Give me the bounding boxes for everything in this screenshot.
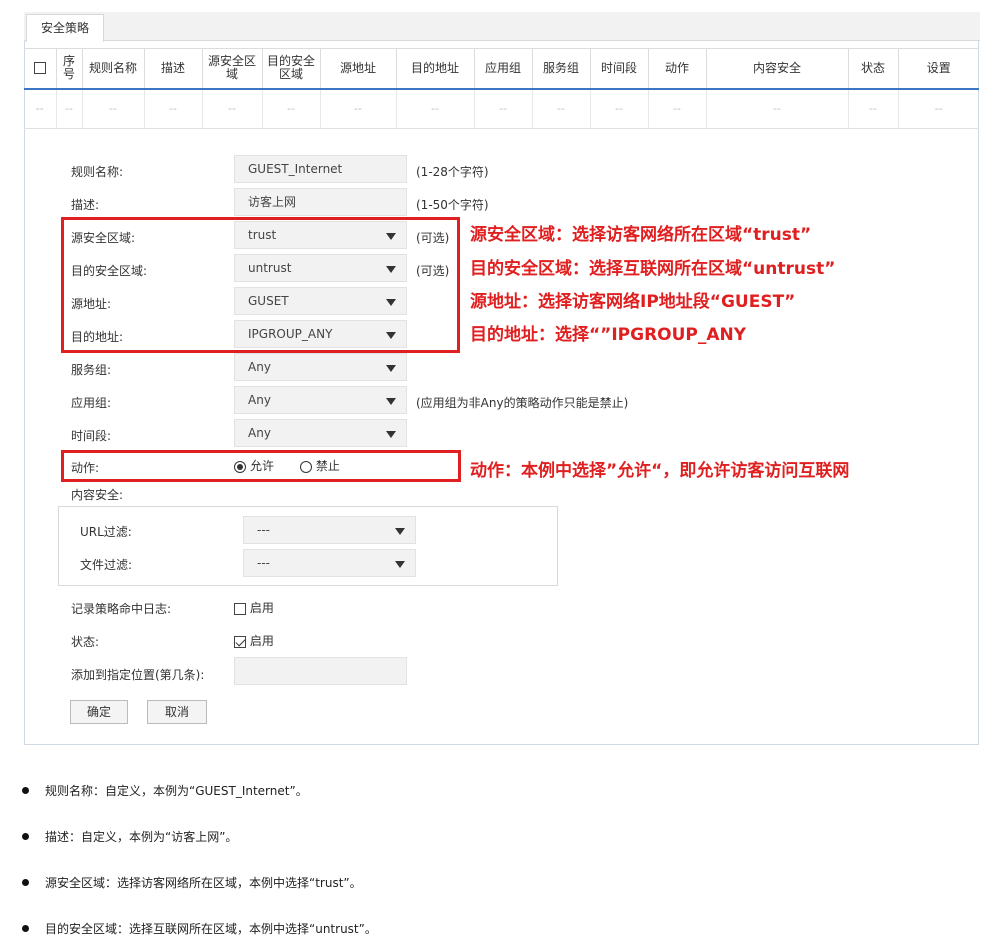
list-item: 目的安全区域：选择互联网所在区域，本例中选择“untrust”。: [22, 920, 377, 937]
status-toggle[interactable]: 启用: [234, 632, 274, 649]
status-label: 状态:: [71, 635, 100, 649]
col-header: 应用组: [473, 48, 532, 90]
bullet-text: 目的安全区域：选择互联网所在区域，本例中选择“untrust”。: [45, 922, 377, 936]
select-all-checkbox[interactable]: [33, 62, 46, 75]
col-header: 源安全区域: [201, 48, 262, 90]
file-filter-select[interactable]: ---: [243, 549, 416, 577]
log-enable-label: 启用: [249, 601, 274, 615]
annotation-box-action: [61, 450, 461, 482]
url-filter-value: ---: [257, 523, 270, 537]
policy-panel: [24, 41, 979, 745]
service-select[interactable]: Any: [234, 353, 407, 381]
annotation-action: 动作：本例中选择”允许“，即允许访客访问互联网: [470, 461, 850, 481]
dropdown-arrow-icon: [386, 398, 396, 405]
ok-button[interactable]: 确定: [70, 700, 128, 724]
table-cell: --: [897, 88, 979, 129]
col-header: 设置: [897, 48, 979, 90]
annotation-src-addr: 源地址：选择访客网络IP地址段“GUEST”: [470, 292, 796, 312]
table-cell: --: [143, 88, 202, 129]
list-item: 描述：自定义，本例为“访客上网”。: [22, 828, 237, 845]
file-filter-value: ---: [257, 556, 270, 570]
annotation-box-zones-addresses: [61, 217, 460, 353]
bullet-icon: [22, 833, 29, 840]
dropdown-arrow-icon: [386, 365, 396, 372]
col-header: 源地址: [319, 48, 396, 90]
description-label: 描述:: [71, 198, 100, 212]
policy-table: 序号 规则名称 描述 源安全区域 目的安全区域 源地址 目的地址 应用组 服务组…: [24, 48, 979, 129]
table-cell: --: [847, 88, 898, 129]
table-cell: --: [261, 88, 320, 129]
service-label: 服务组:: [71, 363, 112, 377]
annotation-dst-zone: 目的安全区域：选择互联网所在区域“untrust”: [470, 259, 836, 279]
tab-bar: 安全策略: [24, 12, 980, 42]
tab-security-policy[interactable]: 安全策略: [26, 14, 104, 42]
url-filter-select[interactable]: ---: [243, 516, 416, 544]
col-header: 描述: [143, 48, 202, 90]
time-select[interactable]: Any: [234, 419, 407, 447]
file-filter-label: 文件过滤:: [80, 558, 133, 572]
log-checkbox[interactable]: [234, 602, 246, 615]
table-cell: --: [395, 88, 474, 129]
table-cell: --: [531, 88, 590, 129]
table-cell: --: [589, 88, 648, 129]
description-hint: (1-50个字符): [416, 198, 489, 212]
log-toggle[interactable]: 启用: [234, 599, 274, 616]
table-header-row: 序号 规则名称 描述 源安全区域 目的安全区域 源地址 目的地址 应用组 服务组…: [24, 48, 979, 90]
bullet-text: 描述：自定义，本例为“访客上网”。: [45, 830, 238, 844]
col-header: 目的安全区域: [261, 48, 320, 90]
dropdown-arrow-icon: [395, 561, 405, 568]
app-label: 应用组:: [71, 396, 112, 410]
annotation-src-zone: 源安全区域：选择访客网络所在区域“trust”: [470, 225, 812, 245]
time-value: Any: [248, 426, 271, 440]
annotation-dst-addr: 目的地址：选择“”IPGROUP_ANY: [470, 325, 747, 345]
table-cell: --: [81, 88, 144, 129]
table-cell: --: [705, 88, 848, 129]
col-header: 目的地址: [395, 48, 474, 90]
table-cell: --: [201, 88, 262, 129]
col-header: 序号: [55, 48, 82, 90]
app-value: Any: [248, 393, 271, 407]
rule-name-label: 规则名称:: [71, 165, 124, 179]
col-header: 动作: [647, 48, 706, 90]
col-header: 状态: [847, 48, 898, 90]
app-select[interactable]: Any: [234, 386, 407, 414]
bullet-text: 规则名称：自定义，本例为“GUEST_Internet”。: [45, 784, 308, 798]
list-item: 规则名称：自定义，本例为“GUEST_Internet”。: [22, 782, 308, 799]
table-cell: --: [319, 88, 396, 129]
time-label: 时间段:: [71, 429, 112, 443]
col-header: 服务组: [531, 48, 590, 90]
content-security-label: 内容安全:: [71, 488, 124, 502]
table-cell: --: [55, 88, 82, 129]
bullet-icon: [22, 787, 29, 794]
table-row: -- -- -- -- -- -- -- -- -- -- -- -- -- -…: [24, 88, 979, 129]
status-checkbox[interactable]: [234, 635, 246, 648]
list-item: 源安全区域：选择访客网络所在区域，本例中选择“trust”。: [22, 874, 362, 891]
service-value: Any: [248, 360, 271, 374]
col-header: 时间段: [589, 48, 648, 90]
status-enable-label: 启用: [249, 634, 274, 648]
url-filter-label: URL过滤:: [80, 525, 132, 539]
dropdown-arrow-icon: [386, 431, 396, 438]
table-cell: --: [473, 88, 532, 129]
select-all-header[interactable]: [24, 48, 56, 90]
bullet-icon: [22, 925, 29, 932]
bullet-text: 源安全区域：选择访客网络所在区域，本例中选择“trust”。: [45, 876, 362, 890]
rule-name-hint: (1-28个字符): [416, 165, 489, 179]
col-header: 内容安全: [705, 48, 848, 90]
position-label: 添加到指定位置(第几条):: [71, 668, 205, 682]
rule-name-input[interactable]: GUEST_Internet: [234, 155, 407, 183]
bullet-icon: [22, 879, 29, 886]
col-header: 规则名称: [81, 48, 144, 90]
dropdown-arrow-icon: [395, 528, 405, 535]
app-hint: (应用组为非Any的策略动作只能是禁止): [416, 396, 629, 410]
position-input[interactable]: [234, 657, 407, 685]
cancel-button[interactable]: 取消: [147, 700, 207, 724]
description-input[interactable]: 访客上网: [234, 188, 407, 216]
table-cell: --: [647, 88, 706, 129]
log-label: 记录策略命中日志:: [71, 602, 172, 616]
table-cell: --: [24, 88, 56, 129]
